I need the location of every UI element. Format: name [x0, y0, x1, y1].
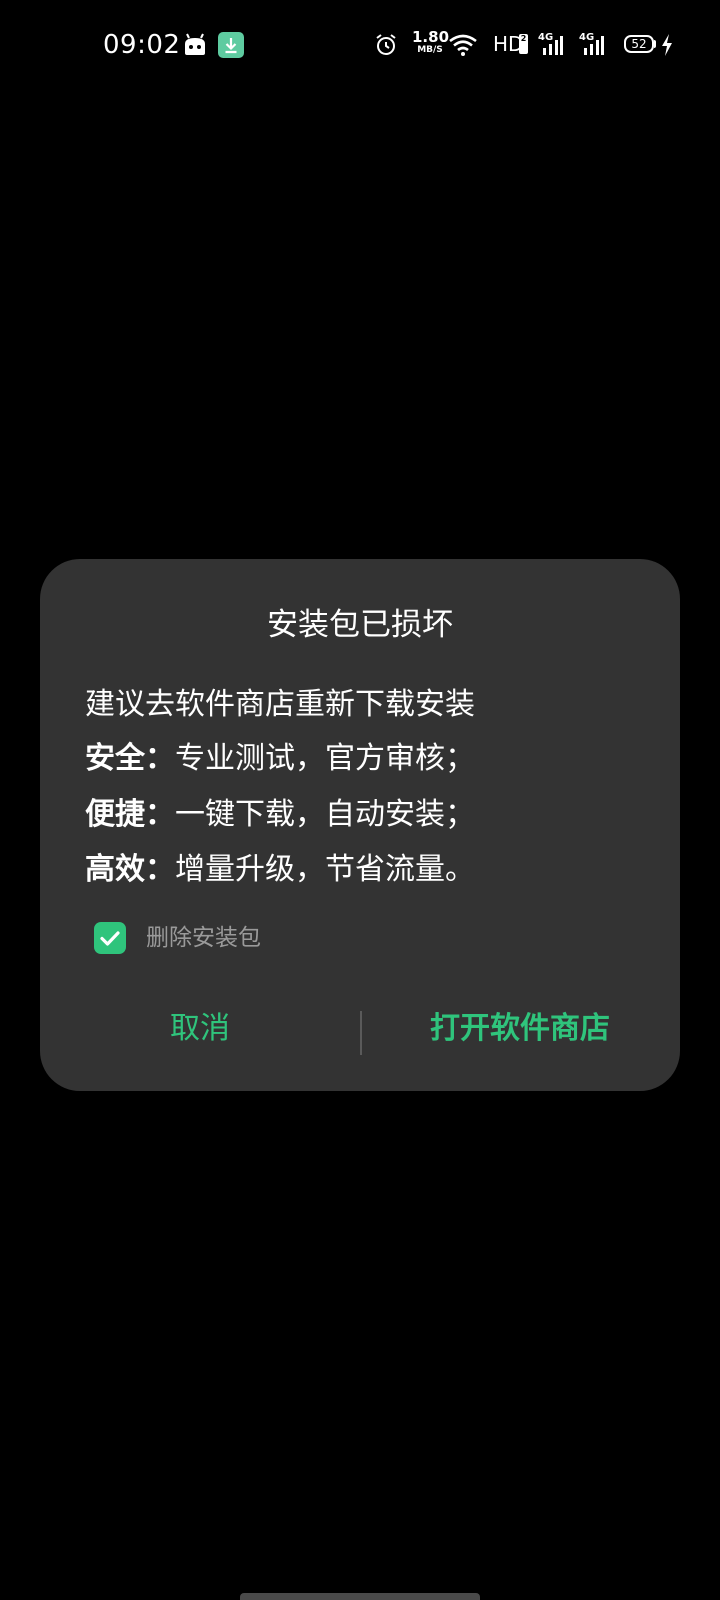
- feature-key: 安全：: [85, 741, 175, 776]
- corrupted-package-dialog: 安装包已损坏 建议去软件商店重新下载安装 安全：专业测试，官方审核； 便捷：一键…: [40, 559, 680, 1091]
- feature-text: 专业测试，官方审核；: [175, 741, 475, 776]
- button-divider: [360, 1011, 362, 1055]
- feature-line-efficiency: 高效：增量升级，节省流量。: [85, 850, 475, 890]
- checkmark-icon: [100, 931, 120, 946]
- feature-line-security: 安全：专业测试，官方审核；: [85, 739, 475, 779]
- charging-icon: [662, 34, 672, 56]
- feature-key: 便捷：: [85, 797, 175, 832]
- battery-tip: [654, 40, 656, 48]
- signal-icon: [584, 36, 604, 55]
- status-bar: 09:02 1.80 MB/S HD 2 4G 4G 52: [0, 0, 720, 90]
- battery-indicator: 52: [624, 35, 654, 53]
- download-icon: [218, 32, 244, 58]
- home-indicator[interactable]: [240, 1593, 480, 1600]
- dialog-message: 建议去软件商店重新下载安装: [85, 687, 475, 722]
- checkbox-label: 删除安装包: [146, 925, 261, 951]
- delete-package-checkbox[interactable]: [94, 922, 126, 954]
- feature-text: 增量升级，节省流量。: [175, 852, 475, 887]
- network-speed: 1.80 MB/S: [412, 28, 450, 56]
- signal-icon: [543, 36, 563, 55]
- feature-line-convenience: 便捷：一键下载，自动安装；: [85, 795, 475, 835]
- alarm-icon: [376, 34, 396, 55]
- network-speed-unit: MB/S: [417, 45, 443, 55]
- feature-key: 高效：: [85, 852, 175, 887]
- status-time: 09:02: [103, 30, 181, 60]
- network-speed-value: 1.80: [412, 28, 450, 46]
- robot-icon: [185, 33, 205, 55]
- feature-text: 一键下载，自动安装；: [175, 797, 475, 832]
- hd-sub-label: 2: [519, 34, 528, 54]
- dialog-title: 安装包已损坏: [267, 607, 453, 643]
- cancel-button[interactable]: 取消: [60, 1004, 340, 1054]
- wifi-icon: [449, 34, 477, 56]
- open-store-button[interactable]: 打开软件商店: [380, 1004, 660, 1054]
